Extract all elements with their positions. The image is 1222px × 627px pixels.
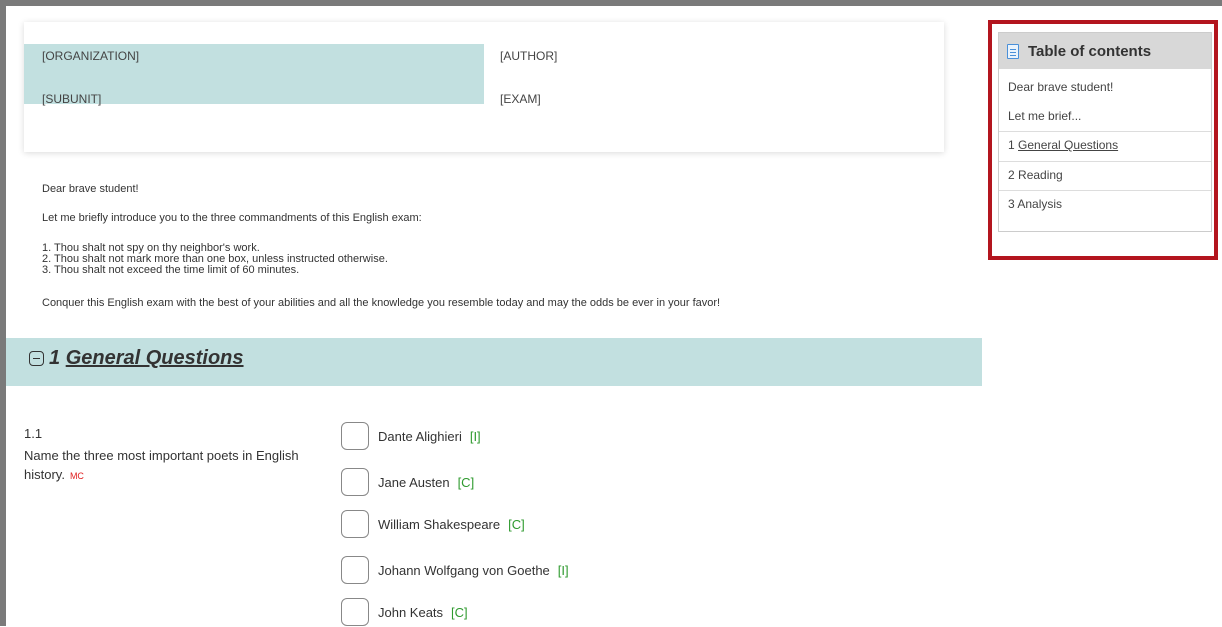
section-title: 1 General Questions <box>49 347 244 370</box>
answer-option: Dante Alighieri [I] <box>341 421 481 451</box>
intro-closing: Conquer this English exam with the best … <box>42 297 721 309</box>
option-tag: [C] <box>451 604 468 620</box>
toc-item-reading[interactable]: 2 Reading <box>999 161 1211 190</box>
document-icon <box>1007 43 1019 59</box>
organization-field[interactable]: [ORGANIZATION] <box>42 49 139 63</box>
toc-item-analysis[interactable]: 3 Analysis <box>999 190 1211 219</box>
answer-checkbox[interactable] <box>341 422 369 450</box>
intro-greeting: Dear brave student! <box>42 183 139 195</box>
window-left-border <box>0 0 6 626</box>
question-number: 1.1 <box>24 426 43 441</box>
option-tag: [C] <box>457 474 475 490</box>
toc-item-greeting[interactable]: Dear brave student! <box>999 69 1211 102</box>
subunit-field[interactable]: [SUBUNIT] <box>42 92 101 106</box>
toc-header: Table of contents <box>999 33 1211 69</box>
option-tag: [I] <box>469 428 481 444</box>
option-tag: [I] <box>557 562 569 578</box>
author-field[interactable]: [AUTHOR] <box>500 49 557 63</box>
intro-rules: 1. Thou shalt not spy on thy neighbor's … <box>42 243 388 276</box>
toc-title: Table of contents <box>1028 42 1152 60</box>
answer-option: Johann Wolfgang von Goethe [I] <box>341 555 569 585</box>
answer-checkbox[interactable] <box>341 556 369 584</box>
exam-field[interactable]: [EXAM] <box>500 92 541 106</box>
answer-checkbox[interactable] <box>341 468 369 496</box>
mc-badge: MC <box>69 471 84 481</box>
answer-checkbox[interactable] <box>341 598 369 626</box>
option-label: John Keats <box>378 604 444 620</box>
answer-option: John Keats [C] <box>341 597 468 627</box>
intro-lead: Let me briefly introduce you to the thre… <box>42 212 422 224</box>
option-tag: [C] <box>508 516 525 532</box>
toc-item-intro[interactable]: Let me brief... <box>999 102 1211 131</box>
rule-item: 3. Thou shalt not exceed the time limit … <box>42 264 300 276</box>
question-text: Name the three most important poets in E… <box>24 446 304 486</box>
section-number: 1 <box>49 347 61 369</box>
answer-option: William Shakespeare [C] <box>341 509 525 539</box>
option-label: William Shakespeare <box>378 516 501 532</box>
option-label: Jane Austen <box>378 474 450 490</box>
question-prompt: Name the three most important poets in E… <box>24 448 299 482</box>
answer-checkbox[interactable] <box>341 510 369 538</box>
collapse-icon[interactable] <box>29 351 44 366</box>
table-of-contents: Table of contents Dear brave student! Le… <box>998 32 1212 232</box>
section-title-link[interactable]: General Questions <box>66 347 244 369</box>
option-label: Dante Alighieri <box>378 428 462 444</box>
option-label: Johann Wolfgang von Goethe <box>378 562 550 578</box>
window-top-border <box>0 0 1222 6</box>
header-card: [ORGANIZATION] [AUTHOR] [SUBUNIT] [EXAM] <box>24 22 944 152</box>
answer-option: Jane Austen [C] <box>341 467 474 497</box>
toc-item-general-questions[interactable]: 1 General Questions <box>999 131 1211 161</box>
